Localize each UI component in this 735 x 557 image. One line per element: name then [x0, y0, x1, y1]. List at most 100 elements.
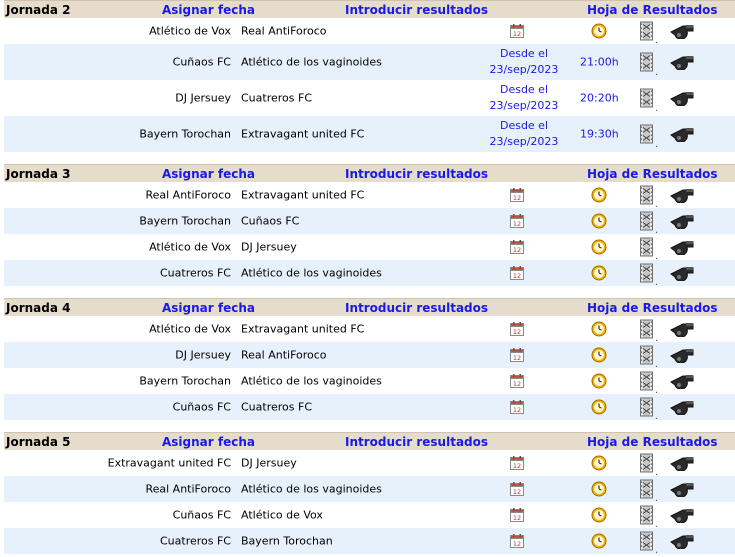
- assign-date-link[interactable]: Asignar fecha: [162, 435, 255, 449]
- match-row: Atlético de Vox Real AntiForoco 12.: [4, 18, 735, 46]
- assign-date-link[interactable]: Asignar fecha: [162, 167, 255, 181]
- date-prefix: Desde el: [499, 47, 549, 60]
- whistle-icon[interactable]: [669, 239, 695, 256]
- whistle-icon[interactable]: [669, 90, 695, 107]
- film-reel-icon[interactable]: [640, 21, 653, 41]
- film-reel-icon[interactable]: [640, 88, 653, 108]
- results-sheet-link[interactable]: Hoja de Resultados: [587, 435, 718, 449]
- clock-icon[interactable]: [591, 399, 607, 415]
- match-time[interactable]: 19:30h: [580, 128, 619, 141]
- clock-icon[interactable]: [591, 265, 607, 281]
- clock-icon[interactable]: [591, 455, 607, 471]
- whistle-icon[interactable]: [669, 265, 695, 282]
- enter-results-link[interactable]: Introducir resultados: [345, 167, 488, 181]
- enter-results-link[interactable]: Introducir resultados: [345, 3, 488, 17]
- separator-dot: .: [655, 139, 659, 151]
- clock-icon[interactable]: [591, 23, 607, 39]
- whistle-icon[interactable]: [669, 213, 695, 230]
- calendar-icon[interactable]: 12: [510, 266, 524, 280]
- clock-icon[interactable]: [591, 187, 607, 203]
- calendar-icon[interactable]: 12: [510, 348, 524, 362]
- clock-icon[interactable]: [591, 507, 607, 523]
- assigned-date[interactable]: Desde el 23/sep/2023: [484, 46, 564, 78]
- film-reel-icon[interactable]: [640, 52, 653, 72]
- calendar-icon[interactable]: 12: [510, 400, 524, 414]
- whistle-icon[interactable]: [669, 126, 695, 143]
- svg-text:12: 12: [513, 540, 521, 548]
- away-team: Extravagant united FC: [241, 322, 365, 336]
- clock-icon[interactable]: [591, 213, 607, 229]
- calendar-icon[interactable]: 12: [510, 508, 524, 522]
- whistle-icon[interactable]: [669, 481, 695, 498]
- svg-text:12: 12: [513, 406, 521, 414]
- jornada-header: Jornada 5 Asignar fecha Introducir resulta…: [4, 432, 735, 450]
- calendar-icon[interactable]: 12: [510, 374, 524, 388]
- results-sheet-link[interactable]: Hoja de Resultados: [587, 301, 718, 315]
- match-row: Real AntiForoco Extravagant united FC 12.: [4, 182, 735, 210]
- clock-icon[interactable]: [591, 481, 607, 497]
- calendar-icon[interactable]: 12: [510, 24, 524, 38]
- whistle-icon[interactable]: [669, 455, 695, 472]
- assign-date-link[interactable]: Asignar fecha: [162, 301, 255, 315]
- match-row: Cuñaos FC Cuatreros FC 12.: [4, 394, 735, 422]
- film-reel-icon[interactable]: [640, 371, 653, 391]
- whistle-icon[interactable]: [669, 187, 695, 204]
- film-reel-icon[interactable]: [640, 505, 653, 525]
- film-reel-icon[interactable]: [640, 345, 653, 365]
- svg-text:12: 12: [513, 514, 521, 522]
- clock-icon[interactable]: [591, 347, 607, 363]
- whistle-icon[interactable]: [669, 507, 695, 524]
- film-reel-icon[interactable]: [640, 319, 653, 339]
- match-row: Atlético de Vox DJ Jersuey 12.: [4, 234, 735, 262]
- film-reel-icon[interactable]: [640, 211, 653, 231]
- separator-dot: .: [655, 544, 659, 556]
- home-team: Cuñaos FC: [172, 508, 231, 522]
- film-reel-icon[interactable]: [640, 453, 653, 473]
- film-reel-icon[interactable]: [640, 263, 653, 283]
- whistle-icon[interactable]: [669, 533, 695, 550]
- calendar-icon[interactable]: 12: [510, 482, 524, 496]
- film-reel-icon[interactable]: [640, 397, 653, 417]
- svg-text:12: 12: [513, 194, 521, 202]
- date-prefix: Desde el: [499, 83, 549, 96]
- jornada-title: Jornada 2: [6, 3, 71, 17]
- match-time[interactable]: 20:20h: [580, 92, 619, 105]
- calendar-icon[interactable]: 12: [510, 456, 524, 470]
- film-reel-icon[interactable]: [640, 237, 653, 257]
- whistle-icon[interactable]: [669, 54, 695, 71]
- calendar-icon[interactable]: 12: [510, 188, 524, 202]
- assign-date-link[interactable]: Asignar fecha: [162, 3, 255, 17]
- assigned-date[interactable]: Desde el 23/sep/2023: [484, 118, 564, 150]
- home-team: DJ Jersuey: [175, 91, 231, 105]
- calendar-icon[interactable]: 12: [510, 214, 524, 228]
- whistle-icon[interactable]: [669, 373, 695, 390]
- film-reel-icon[interactable]: [640, 531, 653, 551]
- date-value: 23/sep/2023: [489, 99, 559, 112]
- enter-results-link[interactable]: Introducir resultados: [345, 435, 488, 449]
- whistle-icon[interactable]: [669, 399, 695, 416]
- film-reel-icon[interactable]: [640, 479, 653, 499]
- jornada-title: Jornada 3: [6, 167, 71, 181]
- home-team: Atlético de Vox: [149, 24, 231, 38]
- whistle-icon[interactable]: [669, 347, 695, 364]
- whistle-icon[interactable]: [669, 321, 695, 338]
- whistle-icon[interactable]: [669, 23, 695, 40]
- film-reel-icon[interactable]: [640, 185, 653, 205]
- clock-icon[interactable]: [591, 321, 607, 337]
- home-team: Cuñaos FC: [172, 55, 231, 69]
- calendar-icon[interactable]: 12: [510, 322, 524, 336]
- away-team: Extravagant united FC: [241, 127, 365, 141]
- results-sheet-link[interactable]: Hoja de Resultados: [587, 167, 718, 181]
- jornada-title: Jornada 5: [6, 435, 71, 449]
- results-sheet-link[interactable]: Hoja de Resultados: [587, 3, 718, 17]
- calendar-icon[interactable]: 12: [510, 534, 524, 548]
- match-time[interactable]: 21:00h: [580, 56, 619, 69]
- assigned-date[interactable]: Desde el 23/sep/2023: [484, 82, 564, 114]
- enter-results-link[interactable]: Introducir resultados: [345, 301, 488, 315]
- clock-icon[interactable]: [591, 239, 607, 255]
- clock-icon[interactable]: [591, 533, 607, 549]
- jornada-header: Jornada 3 Asignar fecha Introducir resulta…: [4, 164, 735, 182]
- calendar-icon[interactable]: 12: [510, 240, 524, 254]
- clock-icon[interactable]: [591, 373, 607, 389]
- film-reel-icon[interactable]: [640, 124, 653, 144]
